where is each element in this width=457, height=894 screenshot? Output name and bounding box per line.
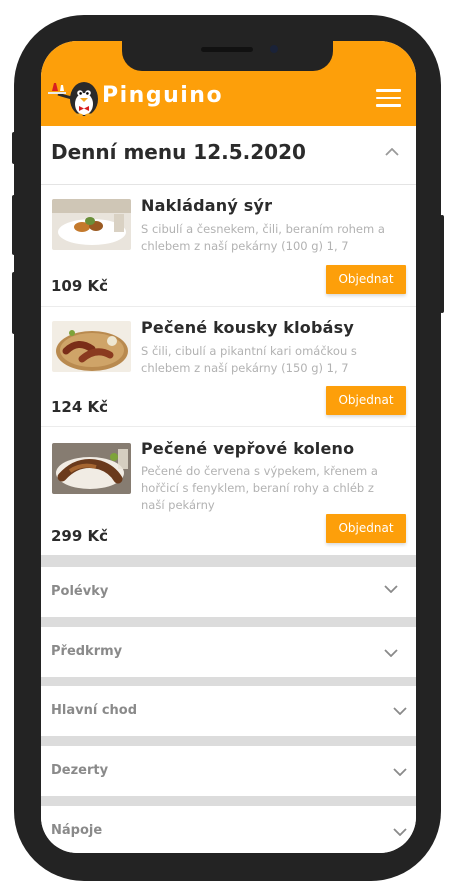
section-separator [41, 555, 416, 567]
speaker-grille [201, 47, 253, 52]
menu-item: Pečené kousky klobásy S čili, cibulí a p… [41, 307, 416, 427]
chevron-down-icon[interactable] [393, 768, 407, 776]
menu-item: Nakládaný sýr S cibulí a česnekem, čili,… [41, 185, 416, 307]
phone-power-button [440, 215, 444, 313]
category-drinks[interactable]: Nápoje [41, 806, 416, 853]
daily-menu-title: Denní menu 12.5.2020 [51, 140, 306, 164]
order-button[interactable]: Objednat [326, 514, 406, 543]
category-desserts[interactable]: Dezerty [41, 746, 416, 796]
item-description: S čili, cibulí a pikantní kari omáčkou s… [141, 344, 357, 375]
chevron-down-icon[interactable] [384, 649, 398, 657]
section-separator [41, 677, 416, 686]
phone-notch [122, 41, 333, 71]
chevron-down-icon[interactable] [393, 707, 407, 715]
chevron-down-icon[interactable] [393, 828, 407, 836]
category-soups[interactable]: Polévky [41, 567, 416, 617]
section-separator [41, 796, 416, 806]
front-camera [270, 45, 278, 53]
item-name: Pečené vepřové koleno [141, 439, 355, 458]
item-description: S cibulí a česnekem, čili, beraním rohem… [141, 222, 385, 253]
brand-name[interactable]: Pinguino [102, 83, 223, 108]
category-label: Polévky [51, 584, 109, 599]
category-starters[interactable]: Předkrmy [41, 627, 416, 677]
category-main-course[interactable]: Hlavní chod [41, 686, 416, 736]
section-separator [41, 736, 416, 746]
section-separator [41, 617, 416, 627]
phone-side-button [12, 132, 16, 164]
category-label: Hlavní chod [51, 703, 138, 718]
dish-photo [52, 321, 131, 372]
order-button[interactable]: Objednat [326, 265, 406, 294]
chevron-up-icon[interactable] [385, 148, 399, 156]
item-name: Pečené kousky klobásy [141, 318, 355, 337]
dish-photo [52, 443, 131, 494]
chevron-down-icon[interactable] [384, 585, 398, 593]
item-name: Nakládaný sýr [141, 196, 273, 215]
dish-photo [52, 199, 131, 250]
item-price: 299 Kč [51, 527, 109, 545]
phone-volume-down-button [12, 272, 16, 334]
category-label: Předkrmy [51, 644, 123, 659]
penguin-waiter-logo [48, 82, 98, 116]
order-button[interactable]: Objednat [326, 386, 406, 415]
daily-menu-header[interactable]: Denní menu 12.5.2020 [41, 126, 416, 185]
item-price: 124 Kč [51, 398, 109, 416]
item-description: Pečené do červena s výpekem, křenem a ho… [141, 464, 378, 512]
item-price: 109 Kč [51, 277, 109, 295]
hamburger-menu-icon[interactable] [376, 89, 401, 107]
category-label: Nápoje [51, 823, 103, 838]
app-screen: Pinguino Denní menu 12.5.2020 Nakládaný … [41, 41, 416, 853]
category-label: Dezerty [51, 763, 109, 778]
menu-item: Pečené vepřové koleno Pečené do červena … [41, 427, 416, 555]
phone-volume-up-button [12, 195, 16, 255]
